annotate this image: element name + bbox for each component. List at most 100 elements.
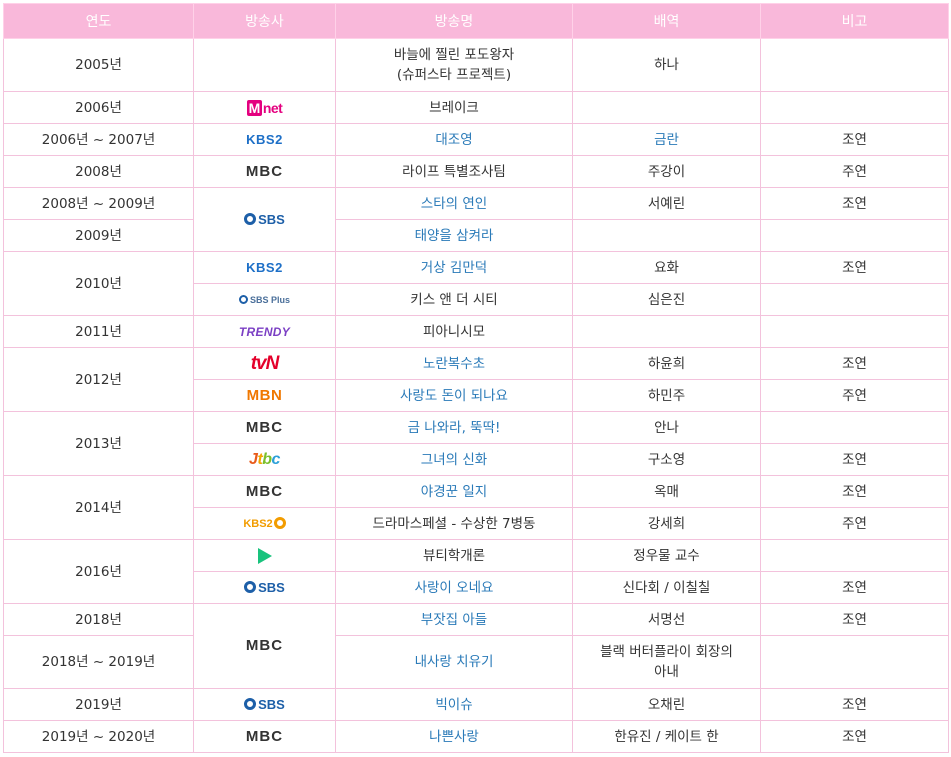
role-cell bbox=[572, 315, 761, 348]
note-cell bbox=[760, 411, 949, 444]
table-row: 2008년 MBC 라이프 특별조사팀 주강이 주연 bbox=[3, 155, 949, 188]
note-cell: 주연 bbox=[760, 155, 949, 188]
table-row: 2009년 태양을 삼켜라 bbox=[3, 219, 949, 252]
title-cell: 피아니시모 bbox=[335, 315, 573, 348]
title-cell: 라이프 특별조사팀 bbox=[335, 155, 573, 188]
title-link[interactable]: 사랑이 오네요 bbox=[335, 571, 573, 604]
broadcaster-cell: SBS Plus bbox=[193, 283, 336, 316]
broadcaster-cell: MBC bbox=[193, 720, 336, 753]
title-line: (슈퍼스타 프로젝트) bbox=[396, 67, 512, 83]
role-cell: 블랙 버터플라이 회장의 아내 bbox=[572, 635, 761, 689]
table-row: 2006년 ~ 2007년 KBS2 대조영 금란 조연 bbox=[3, 123, 949, 156]
note-cell: 조연 bbox=[760, 688, 949, 721]
role-link[interactable]: 금란 bbox=[572, 123, 761, 156]
note-cell: 조연 bbox=[760, 571, 949, 604]
note-cell: 주연 bbox=[760, 379, 949, 412]
table-row: 2019년 ~ 2020년 MBC 나쁜사랑 한유진 / 케이트 한 조연 bbox=[3, 720, 949, 753]
note-cell bbox=[760, 315, 949, 348]
naver-tv-play-logo bbox=[257, 547, 272, 564]
title-link[interactable]: 거상 김만덕 bbox=[335, 251, 573, 284]
broadcaster-cell: MBC bbox=[193, 475, 336, 508]
note-cell bbox=[760, 283, 949, 316]
broadcaster-cell: SBS bbox=[193, 187, 336, 252]
kbs2-drama-logo: KBS2 bbox=[243, 516, 286, 532]
table-row: 2012년 tvN 노란복수초 하윤희 조연 bbox=[3, 347, 949, 412]
sbs-logo: SBS bbox=[244, 697, 285, 713]
header-broadcaster: 방송사 bbox=[193, 3, 336, 39]
broadcaster-cell: KBS2 bbox=[193, 251, 336, 284]
broadcaster-cell: MBN bbox=[193, 379, 336, 412]
note-cell: 조연 bbox=[760, 187, 949, 220]
role-cell: 주강이 bbox=[572, 155, 761, 188]
title-link[interactable]: 금 나와라, 뚝딱! bbox=[335, 411, 573, 444]
role-cell: 한유진 / 케이트 한 bbox=[572, 720, 761, 753]
year-cell: 2016년 bbox=[3, 539, 194, 604]
header-title: 방송명 bbox=[335, 3, 573, 39]
sbs-logo: SBS bbox=[244, 580, 285, 596]
title-link[interactable]: 스타의 연인 bbox=[335, 187, 573, 220]
broadcaster-cell: tvN bbox=[193, 347, 336, 380]
note-cell: 조연 bbox=[760, 475, 949, 508]
role-cell: 안나 bbox=[572, 411, 761, 444]
title-link[interactable]: 태양을 삼켜라 bbox=[335, 219, 573, 252]
title-cell: 바늘에 찔린 포도왕자 (슈퍼스타 프로젝트) bbox=[335, 38, 573, 92]
mbc-logo: MBC bbox=[245, 162, 284, 180]
mbn-logo: MBN bbox=[246, 386, 283, 404]
table-row: 2018년 MBC 부잣집 아들 서명선 조연 bbox=[3, 603, 949, 689]
title-cell: 키스 앤 더 시티 bbox=[335, 283, 573, 316]
year-cell: 2012년 bbox=[3, 347, 194, 412]
role-cell: 정우물 교수 bbox=[572, 539, 761, 572]
filmography-table: 연도 방송사 방송명 배역 비고 2005년 바늘에 찔린 포도왕자 (슈퍼스타 … bbox=[3, 3, 949, 753]
note-cell bbox=[760, 91, 949, 124]
broadcaster-cell: KBS2 bbox=[193, 123, 336, 156]
note-cell bbox=[760, 635, 949, 689]
year-cell: 2010년 bbox=[3, 251, 194, 316]
note-cell: 조연 bbox=[760, 347, 949, 380]
title-cell: 뷰티학개론 bbox=[335, 539, 573, 572]
title-link[interactable]: 야경꾼 일지 bbox=[335, 475, 573, 508]
title-link[interactable]: 노란복수초 bbox=[335, 347, 573, 380]
sbs-plus-logo: SBS Plus bbox=[238, 292, 290, 308]
mbc-logo: MBC bbox=[245, 727, 284, 745]
table-row: 2010년 KBS2 거상 김만덕 요화 조연 bbox=[3, 251, 949, 316]
year-cell: 2019년 ~ 2020년 bbox=[3, 720, 194, 753]
broadcaster-cell: SBS bbox=[193, 688, 336, 721]
broadcaster-cell: MBC bbox=[193, 411, 336, 444]
year-cell: 2011년 bbox=[3, 315, 194, 348]
year-cell: 2008년 ~ 2009년 bbox=[3, 187, 194, 220]
year-cell: 2019년 bbox=[3, 688, 194, 721]
role-cell bbox=[572, 219, 761, 252]
role-cell: 옥매 bbox=[572, 475, 761, 508]
title-link[interactable]: 빅이슈 bbox=[335, 688, 573, 721]
title-link[interactable]: 부잣집 아들 bbox=[335, 603, 573, 636]
table-row: 2006년 Mnet 브레이크 bbox=[3, 91, 949, 124]
title-link[interactable]: 대조영 bbox=[335, 123, 573, 156]
year-cell: 2006년 ~ 2007년 bbox=[3, 123, 194, 156]
title-cell: 브레이크 bbox=[335, 91, 573, 124]
kbs2-logo: KBS2 bbox=[246, 131, 283, 147]
role-line: 블랙 버터플라이 회장의 bbox=[600, 644, 733, 660]
year-cell: 2013년 bbox=[3, 411, 194, 476]
table-row: 2018년 ~ 2019년 내사랑 치유기 블랙 버터플라이 회장의 아내 bbox=[3, 635, 949, 689]
broadcaster-cell: KBS2 bbox=[193, 507, 336, 540]
trendy-logo: TRENDY bbox=[238, 324, 291, 339]
note-cell bbox=[760, 219, 949, 252]
title-link[interactable]: 나쁜사랑 bbox=[335, 720, 573, 753]
note-cell bbox=[760, 539, 949, 572]
table-row: 2019년 SBS 빅이슈 오채린 조연 bbox=[3, 688, 949, 721]
title-link[interactable]: 내사랑 치유기 bbox=[335, 635, 573, 689]
table-row: 2014년 MBC 야경꾼 일지 옥매 조연 bbox=[3, 475, 949, 540]
broadcaster-cell bbox=[193, 38, 336, 92]
role-cell bbox=[572, 91, 761, 124]
note-cell: 조연 bbox=[760, 603, 949, 636]
table-row: 2011년 TRENDY 피아니시모 bbox=[3, 315, 949, 348]
broadcaster-cell: MBC bbox=[193, 603, 336, 689]
mnet-logo: Mnet bbox=[246, 99, 283, 116]
title-link[interactable]: 그녀의 신화 bbox=[335, 443, 573, 476]
title-link[interactable]: 사랑도 돈이 되나요 bbox=[335, 379, 573, 412]
year-cell: 2008년 bbox=[3, 155, 194, 188]
note-cell: 조연 bbox=[760, 123, 949, 156]
broadcaster-cell: SBS bbox=[193, 571, 336, 604]
sbs-logo: SBS bbox=[244, 212, 285, 228]
title-line: 바늘에 찔린 포도왕자 bbox=[393, 47, 515, 63]
